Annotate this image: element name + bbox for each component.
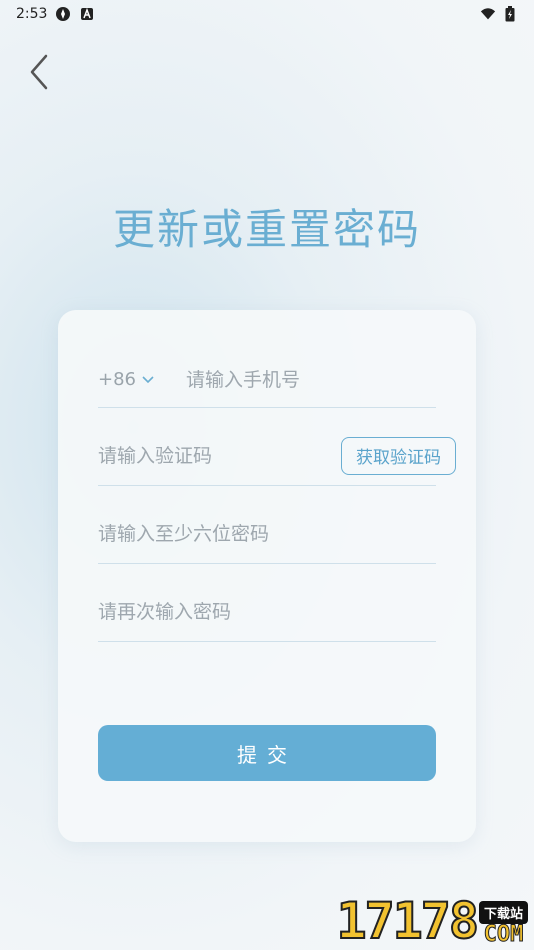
reset-form-card: +86 获取验证码 提交 <box>58 310 476 842</box>
page-title: 更新或重置密码 <box>112 205 421 254</box>
watermark-side: 下载站 COM <box>478 901 528 947</box>
verification-code-input[interactable] <box>98 426 341 485</box>
chevron-left-icon <box>30 54 48 90</box>
phone-row: +86 <box>98 352 436 408</box>
app-a-icon <box>79 6 95 22</box>
back-button[interactable] <box>22 52 56 92</box>
password-input[interactable] <box>98 504 436 563</box>
chevron-down-icon <box>142 375 154 383</box>
watermark-badge: 下载站 <box>478 901 528 924</box>
phone-input[interactable] <box>186 352 436 407</box>
status-right <box>480 6 518 22</box>
submit-button[interactable]: 提交 <box>98 725 436 781</box>
status-left: 2:53 <box>16 6 95 22</box>
code-row: 获取验证码 <box>98 426 456 486</box>
country-code-label: +86 <box>98 369 136 390</box>
country-code-selector[interactable]: +86 <box>98 369 186 390</box>
watermark-logo: 17178 下载站 COM <box>304 886 528 950</box>
battery-icon <box>502 6 518 22</box>
watermark-domain: COM <box>483 922 524 947</box>
get-code-button[interactable]: 获取验证码 <box>341 436 456 475</box>
repeat-password-input[interactable] <box>98 582 436 641</box>
repeat-password-row <box>98 582 436 642</box>
password-row <box>98 504 436 564</box>
status-bar: 2:53 <box>0 0 534 28</box>
status-time: 2:53 <box>16 6 48 22</box>
wifi-icon <box>480 6 496 22</box>
watermark-number: 17178 <box>335 892 480 950</box>
sync-icon <box>55 6 71 22</box>
